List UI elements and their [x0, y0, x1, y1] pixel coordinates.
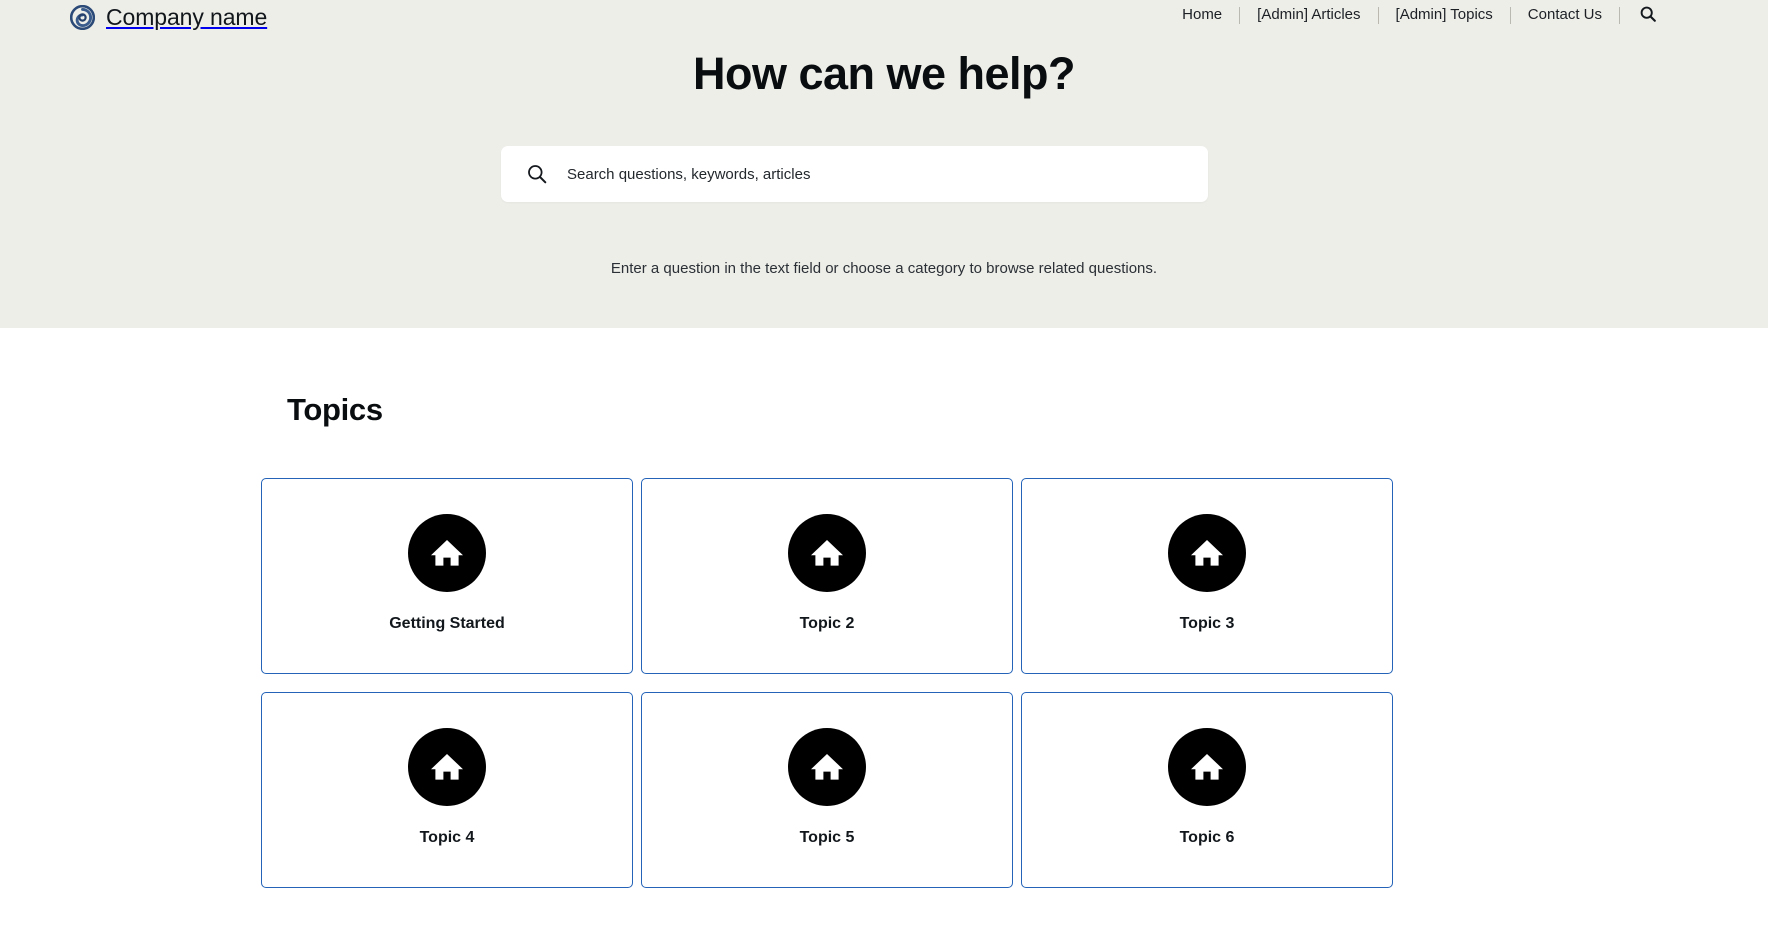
topic-card-topic-3[interactable]: Topic 3 [1021, 478, 1393, 674]
search-icon [526, 163, 548, 185]
topic-card-label: Topic 5 [799, 829, 855, 846]
home-icon [1168, 728, 1246, 806]
nav-search-button[interactable] [1620, 6, 1672, 25]
spiral-circle-logo-icon [69, 4, 96, 30]
topics-heading: Topics [287, 392, 383, 427]
home-icon [788, 514, 866, 592]
home-icon [408, 514, 486, 592]
topic-card-topic-5[interactable]: Topic 5 [641, 692, 1013, 888]
brand-name: Company name [106, 3, 268, 30]
topic-card-topic-6[interactable]: Topic 6 [1021, 692, 1393, 888]
topic-card-topic-4[interactable]: Topic 4 [261, 692, 633, 888]
nav-item-admin-articles[interactable]: [Admin] Articles [1240, 0, 1377, 30]
topic-card-label: Topic 6 [1179, 829, 1235, 846]
topic-card-label: Topic 2 [799, 615, 855, 632]
topic-card-label: Topic 3 [1179, 615, 1235, 632]
topic-card-topic-2[interactable]: Topic 2 [641, 478, 1013, 674]
home-icon [788, 728, 866, 806]
topic-card-label: Getting Started [389, 615, 505, 632]
home-icon [408, 728, 486, 806]
page-title: How can we help? [692, 48, 1076, 99]
hero-search-box[interactable] [501, 146, 1208, 202]
search-input[interactable] [567, 146, 1208, 202]
topic-card-getting-started[interactable]: Getting Started [261, 478, 633, 674]
main-navigation: Home [Admin] Articles [Admin] Topics Con… [1182, 0, 1672, 30]
help-center-page: Company name Home [Admin] Articles [Admi… [0, 0, 1768, 936]
nav-item-admin-topics[interactable]: [Admin] Topics [1379, 0, 1510, 30]
search-icon [1640, 6, 1656, 25]
nav-item-contact-us[interactable]: Contact Us [1511, 0, 1619, 30]
home-icon [1168, 514, 1246, 592]
topic-card-label: Topic 4 [419, 829, 475, 846]
brand-link[interactable]: Company name [69, 0, 268, 34]
hero-subtitle: Enter a question in the text field or ch… [610, 260, 1158, 277]
nav-item-home[interactable]: Home [1182, 0, 1239, 30]
topics-grid: Getting Started Topic 2 Topic 3 Topic 4 … [261, 478, 1397, 888]
site-header: Company name Home [Admin] Articles [Admi… [0, 0, 1768, 32]
